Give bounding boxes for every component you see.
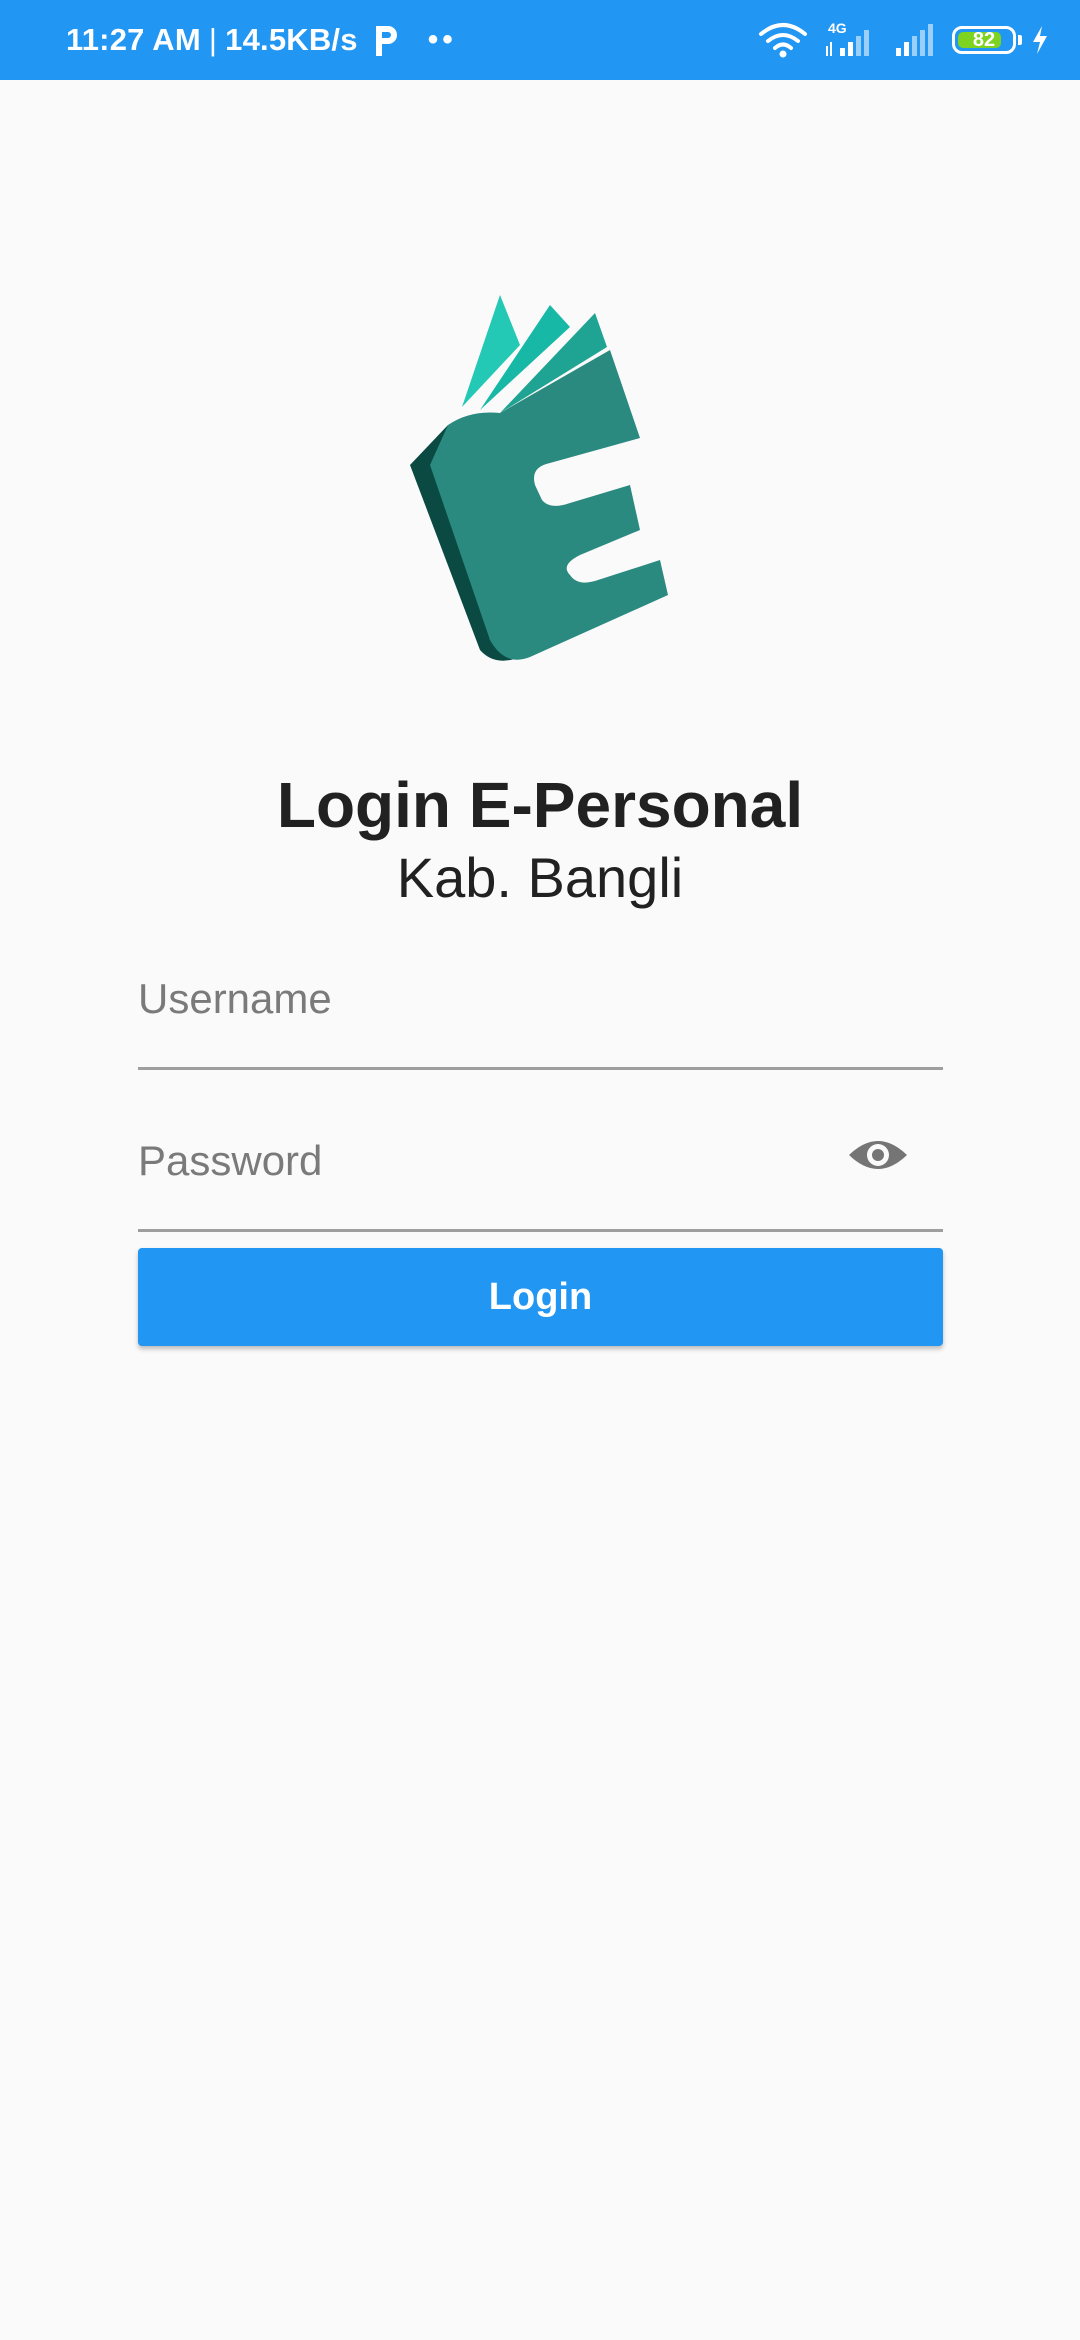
status-right: 4G 82 (744, 0, 1050, 80)
status-separator: | (208, 22, 218, 57)
book-e-logo-icon (410, 295, 668, 661)
eye-icon[interactable] (847, 1125, 909, 1185)
battery-level: 82 (972, 28, 996, 51)
battery-icon: 82 (952, 26, 1016, 54)
network-speed: 14.5KB/s (225, 22, 358, 57)
wifi-icon (759, 23, 807, 58)
status-time: 11:27 AM (66, 22, 201, 57)
page-title: Login E-Personal (276, 769, 804, 841)
password-field-container (138, 1120, 943, 1232)
signal-icon (896, 24, 933, 56)
status-bar: 11:27 AM | 14.5KB/s •• 4G 82 (0, 0, 1080, 80)
password-input[interactable] (138, 1120, 943, 1229)
status-left: 11:27 AM | 14.5KB/s •• (66, 0, 457, 80)
username-field-container (138, 958, 943, 1070)
battery-cap (1018, 35, 1022, 45)
parking-icon (375, 26, 397, 56)
more-dots-icon: •• (427, 23, 457, 56)
page-subtitle: Kab. Bangli (396, 846, 684, 909)
charging-icon (1033, 26, 1047, 54)
username-input[interactable] (138, 958, 943, 1067)
signal-4g-icon: 4G (822, 20, 880, 60)
login-button[interactable]: Login (138, 1248, 943, 1346)
